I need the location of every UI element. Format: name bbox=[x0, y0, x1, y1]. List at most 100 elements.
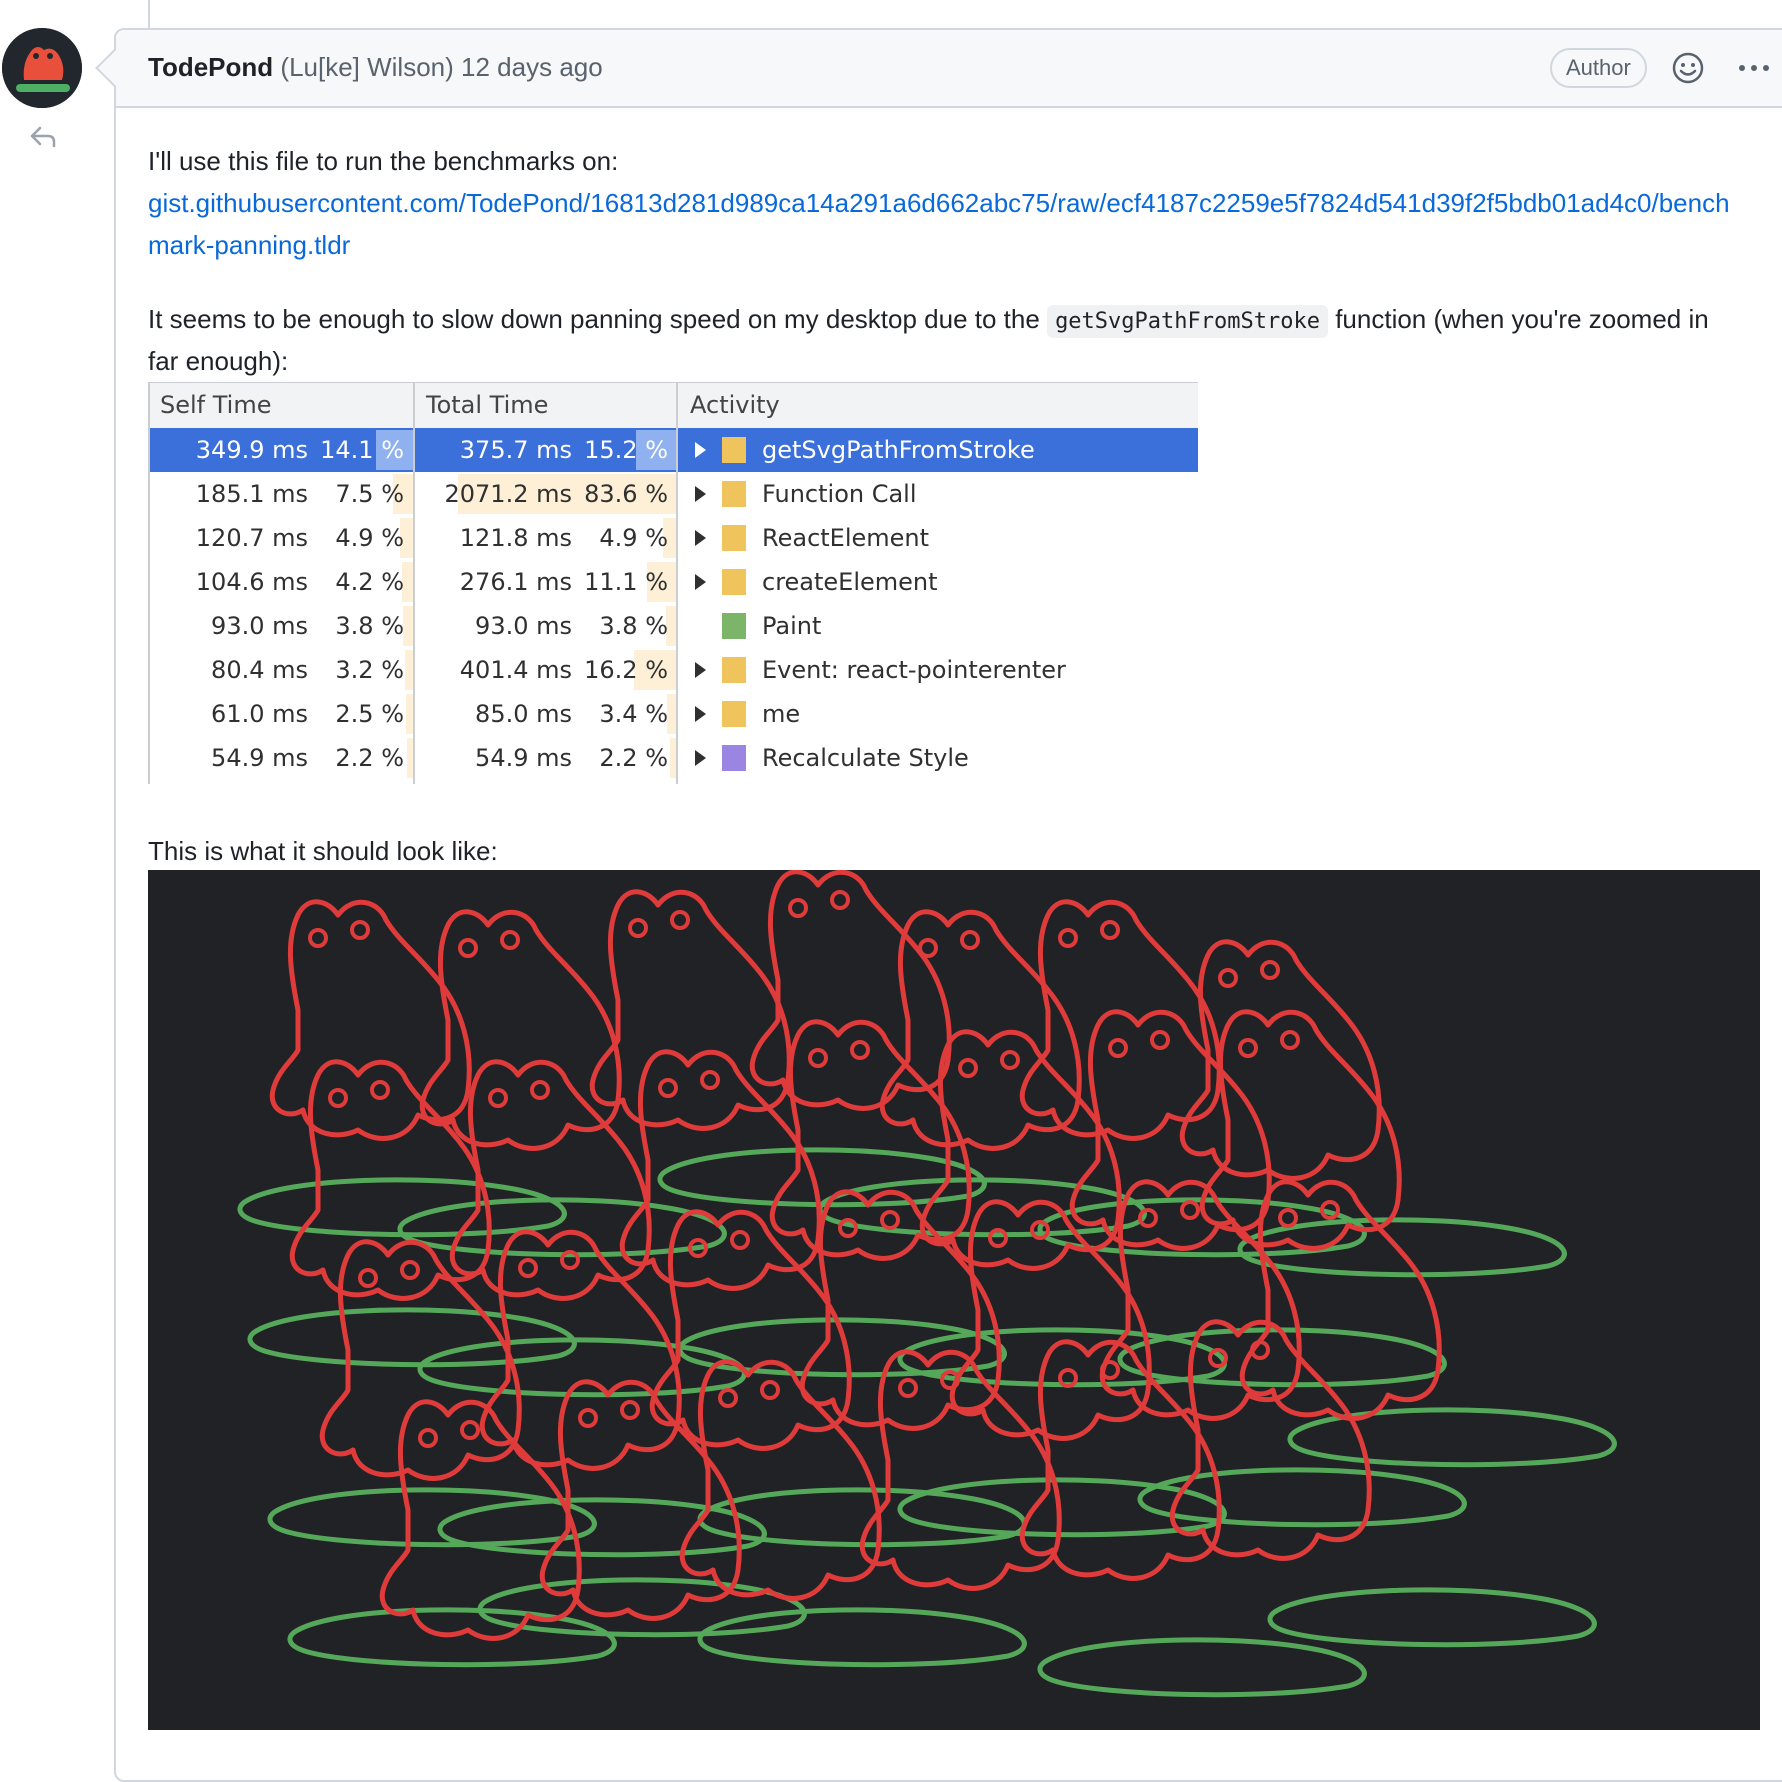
lily-pad-stroke bbox=[477, 1577, 807, 1638]
category-swatch bbox=[722, 437, 746, 463]
paragraph-2: It seems to be enough to slow down panni… bbox=[148, 298, 1709, 343]
expand-triangle-icon[interactable] bbox=[695, 442, 706, 458]
total-time-ms: 93.0 ms bbox=[475, 612, 572, 640]
comment-header: TodePond (Lu[ke] Wilson) 12 days ago Aut… bbox=[116, 30, 1782, 108]
expand-triangle-icon[interactable] bbox=[695, 574, 706, 590]
paragraph-3: This is what it should look like: bbox=[148, 836, 498, 866]
frog-stroke bbox=[749, 870, 952, 1111]
timeline-line bbox=[148, 0, 150, 30]
total-time-pct: 3.8 % bbox=[599, 612, 668, 640]
profiler-row[interactable]: 80.4 ms 3.2 % 401.4 ms 16.2 % Event: react-p… bbox=[148, 648, 1198, 692]
activity-name: ReactElement bbox=[762, 524, 930, 552]
profiler-row[interactable]: 185.1 ms 7.5 % 2071.2 ms 83.6 % Function Cal… bbox=[148, 472, 1198, 516]
inline-code: getSvgPathFromStroke bbox=[1047, 305, 1328, 338]
kebab-more-icon[interactable] bbox=[1734, 51, 1774, 85]
profiler-row[interactable]: 54.9 ms 2.2 % 54.9 ms 2.2 % Recalculate Styl… bbox=[148, 736, 1198, 780]
self-time-bar bbox=[403, 606, 413, 646]
frog-drawing bbox=[237, 870, 1617, 1698]
avatar[interactable] bbox=[2, 28, 82, 108]
profiler-row[interactable]: 93.0 ms 3.8 % 93.0 ms 3.8 % Paint bbox=[148, 604, 1198, 648]
lily-pad-stroke bbox=[267, 1487, 597, 1548]
self-time-pct: 2.5 % bbox=[335, 700, 404, 728]
frog-stroke bbox=[769, 1019, 972, 1261]
expand-triangle-icon[interactable] bbox=[695, 486, 706, 502]
activity-name: Function Call bbox=[762, 480, 917, 508]
category-swatch bbox=[722, 569, 746, 595]
category-swatch bbox=[722, 657, 746, 683]
total-time-ms: 121.8 ms bbox=[459, 524, 572, 552]
frog-stroke bbox=[269, 899, 472, 1141]
total-time-ms: 276.1 ms bbox=[459, 568, 572, 596]
profiler-row[interactable]: 61.0 ms 2.5 % 85.0 ms 3.4 % me bbox=[148, 692, 1198, 736]
self-time-pct: 2.2 % bbox=[335, 744, 404, 772]
frog-stroke bbox=[479, 1229, 682, 1471]
self-time-ms: 61.0 ms bbox=[211, 700, 308, 728]
self-time-pct: 4.2 % bbox=[335, 568, 404, 596]
total-time-pct: 11.1 % bbox=[584, 568, 668, 596]
self-time-ms: 93.0 ms bbox=[211, 612, 308, 640]
total-time-ms: 54.9 ms bbox=[475, 744, 572, 772]
author-full-name: (Lu[ke] Wilson) bbox=[280, 52, 454, 82]
self-time-pct: 14.1 % bbox=[320, 436, 404, 464]
category-swatch bbox=[722, 701, 746, 727]
profiler-table: Self Time Total Time Activity 349.9 ms 14… bbox=[148, 382, 1198, 784]
profiler-row[interactable]: 120.7 ms 4.9 % 121.8 ms 4.9 % ReactElement bbox=[148, 516, 1198, 560]
paragraph-2-before: It seems to be enough to slow down panni… bbox=[148, 304, 1040, 334]
lily-pad-stroke bbox=[697, 1607, 1027, 1668]
header-self-time[interactable]: Self Time bbox=[160, 391, 271, 419]
lily-pad-stroke bbox=[1267, 1587, 1597, 1648]
profiler-row[interactable]: 104.6 ms 4.2 % 276.1 ms 11.1 % createElement bbox=[148, 560, 1198, 604]
activity-name: createElement bbox=[762, 568, 938, 596]
header-total-time[interactable]: Total Time bbox=[426, 391, 548, 419]
self-time-ms: 80.4 ms bbox=[211, 656, 308, 684]
author-badge: Author bbox=[1550, 48, 1647, 88]
paragraph-2-after: function (when you're zoomed in bbox=[1335, 304, 1709, 334]
expand-triangle-icon[interactable] bbox=[695, 530, 706, 546]
intro-text: I'll use this file to run the benchmarks… bbox=[148, 146, 619, 176]
total-time-pct: 15.2 % bbox=[584, 436, 668, 464]
gist-link-line-2[interactable]: mark-panning.tldr bbox=[148, 230, 350, 260]
gist-link-line-1[interactable]: gist.githubusercontent.com/TodePond/1681… bbox=[148, 188, 1730, 218]
category-swatch bbox=[722, 481, 746, 507]
self-time-bar bbox=[406, 694, 413, 734]
self-time-pct: 3.8 % bbox=[335, 612, 404, 640]
header-activity[interactable]: Activity bbox=[690, 391, 780, 419]
activity-name: me bbox=[762, 700, 801, 728]
total-time-pct: 16.2 % bbox=[584, 656, 668, 684]
total-time-pct: 4.9 % bbox=[599, 524, 668, 552]
comment-timestamp[interactable]: 12 days ago bbox=[461, 52, 603, 82]
column-separator bbox=[413, 382, 415, 784]
reply-arrow-icon[interactable] bbox=[28, 124, 58, 150]
gist-link[interactable]: gist.githubusercontent.com/TodePond/1681… bbox=[148, 182, 1730, 224]
frog-stroke bbox=[1199, 1009, 1402, 1251]
total-time-ms: 2071.2 ms bbox=[444, 480, 573, 508]
total-time-ms: 375.7 ms bbox=[459, 436, 572, 464]
expand-triangle-icon[interactable] bbox=[695, 706, 706, 722]
comment-meta: TodePond (Lu[ke] Wilson) 12 days ago bbox=[148, 52, 603, 83]
total-time-pct: 3.4 % bbox=[599, 700, 668, 728]
gist-link-cont[interactable]: mark-panning.tldr bbox=[148, 224, 350, 266]
lily-pad-stroke bbox=[1037, 1637, 1367, 1698]
smiley-face-icon[interactable] bbox=[1671, 51, 1705, 85]
profiler-header: Self Time Total Time Activity bbox=[148, 382, 1198, 430]
self-time-bar bbox=[405, 650, 413, 690]
lily-pad-stroke bbox=[417, 1337, 747, 1398]
activity-name: getSvgPathFromStroke bbox=[762, 436, 1035, 464]
expand-triangle-icon[interactable] bbox=[695, 662, 706, 678]
activity-name: Recalculate Style bbox=[762, 744, 969, 772]
self-time-pct: 3.2 % bbox=[335, 656, 404, 684]
profiler-row[interactable]: 349.9 ms 14.1 % 375.7 ms 15.2 % getSvgPathFr… bbox=[148, 428, 1198, 472]
expand-triangle-icon[interactable] bbox=[695, 750, 706, 766]
column-separator bbox=[148, 382, 150, 784]
drawing-canvas bbox=[148, 870, 1760, 1730]
total-time-ms: 85.0 ms bbox=[475, 700, 572, 728]
activity-name: Event: react-pointerenter bbox=[762, 656, 1066, 684]
author-name[interactable]: TodePond bbox=[148, 52, 273, 82]
self-time-ms: 185.1 ms bbox=[195, 480, 308, 508]
column-separator bbox=[676, 382, 678, 784]
frog-avatar-icon bbox=[2, 28, 82, 108]
self-time-ms: 349.9 ms bbox=[195, 436, 308, 464]
total-time-ms: 401.4 ms bbox=[459, 656, 572, 684]
total-time-bar bbox=[667, 694, 676, 734]
category-swatch bbox=[722, 613, 746, 639]
